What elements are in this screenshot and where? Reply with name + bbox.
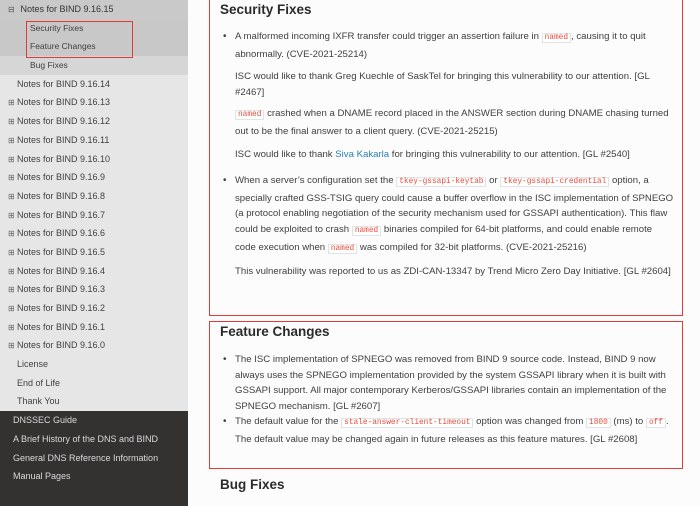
sidebar-item-dnssec-guide[interactable]: DNSSEC Guide [0, 411, 188, 430]
sidebar-item-label: Notes for BIND 9.16.0 [17, 340, 106, 351]
sidebar-item-label: Notes for BIND 9.16.15 [20, 4, 114, 14]
sidebar-item-label: Notes for BIND 9.16.12 [17, 116, 111, 127]
sidebar-item-version[interactable]: ⊞ Notes for BIND 9.16.9 [0, 168, 188, 187]
sidebar-item-version[interactable]: ⊞ Notes for BIND 9.16.8 [0, 187, 188, 206]
feature-changes-heading: Feature Changes [220, 324, 330, 339]
item-text: or [489, 175, 498, 187]
expand-icon[interactable]: ⊞ [8, 151, 17, 170]
feature-changes-section: Feature Changes The ISC implementation o… [209, 321, 683, 469]
sidebar-item-label: Notes for BIND 9.16.8 [17, 190, 106, 201]
code-named: named [541, 33, 572, 43]
expand-icon[interactable]: ⊞ [8, 337, 17, 356]
sidebar-item-version[interactable]: ⊞ Notes for BIND 9.16.13 [0, 93, 188, 112]
sidebar-item-version[interactable]: ⊞ Notes for BIND 9.16.3 [0, 280, 188, 299]
sidebar-item-version[interactable]: ⊞ Notes for BIND 9.16.4 [0, 262, 188, 281]
sidebar-item-label: Notes for BIND 9.16.4 [17, 265, 106, 276]
item-text: crashed when a DNAME record placed in th… [235, 108, 669, 137]
expand-icon[interactable]: ⊞ [8, 188, 17, 207]
sidebar-subitem-feature-changes[interactable]: Feature Changes [0, 37, 188, 57]
item-report: This vulnerability was reported to us as… [235, 266, 671, 278]
expand-icon[interactable]: ⊞ [8, 225, 17, 244]
bug-fixes-heading: Bug Fixes [220, 477, 285, 492]
expand-icon[interactable]: ⊞ [8, 169, 17, 188]
item-text: for bringing this vulnerability to our a… [391, 148, 630, 160]
sidebar-item-version[interactable]: ⊞ Notes for BIND 9.16.12 [0, 112, 188, 131]
sidebar-subitem-security-fixes[interactable]: Security Fixes [0, 18, 188, 38]
sidebar-item-label: Notes for BIND 9.16.9 [17, 172, 106, 183]
sidebar-item-label: Notes for BIND 9.16.2 [17, 303, 106, 313]
item-text: option was changed from [476, 416, 584, 428]
expand-icon[interactable]: ⊞ [8, 263, 17, 282]
expand-icon[interactable]: ⊞ [8, 207, 17, 226]
expand-icon[interactable]: ⊞ [8, 281, 17, 300]
credit-link[interactable]: Siva Kakarla [335, 149, 389, 160]
code-named: named [351, 225, 382, 236]
sidebar-item-label: Notes for BIND 9.16.1 [17, 321, 106, 332]
item-text: The default value for the [235, 416, 339, 428]
sidebar-item-version[interactable]: ⊞ Notes for BIND 9.16.10 [0, 150, 188, 169]
sidebar-item-thank-you[interactable]: Thank You [0, 392, 188, 411]
sidebar-item-current-release[interactable]: ⊟ Notes for BIND 9.16.15 [0, 0, 188, 19]
sidebar-subitem-bug-fixes[interactable]: Bug Fixes [0, 56, 188, 75]
code-stale-timeout: stale-answer-client-timeout [341, 418, 474, 429]
sidebar-item-label: Notes for BIND 9.16.13 [17, 97, 111, 108]
sidebar-item-version[interactable]: ⊞ Notes for BIND 9.16.5 [0, 243, 188, 262]
sidebar-release-notes: ⊟ Notes for BIND 9.16.15 Security Fixes … [0, 0, 188, 412]
expand-icon[interactable]: ⊞ [8, 132, 17, 151]
sidebar-item-label: Thank You [17, 396, 60, 407]
expand-icon[interactable]: ⊞ [8, 113, 17, 132]
list-item: The default value for the stale-answer-c… [220, 414, 674, 447]
item-thanks: ISC would like to thank Greg Kuechle of … [235, 71, 650, 98]
security-fixes-section: Security Fixes A malformed incoming IXFR… [209, 0, 683, 316]
sidebar-item-end-of-life[interactable]: End of Life [0, 374, 188, 393]
sidebar-item-label: Notes for BIND 9.16.5 [17, 246, 106, 257]
sidebar-item-dns-history[interactable]: A Brief History of the DNS and BIND [0, 429, 188, 449]
sidebar-item-version[interactable]: ⊞ Notes for BIND 9.16.7 [0, 206, 188, 225]
expand-icon[interactable]: ⊞ [8, 300, 17, 319]
main-content: Security Fixes A malformed incoming IXFR… [188, 0, 700, 506]
sidebar-item-version[interactable]: ⊞ Notes for BIND 9.16.6 [0, 224, 188, 243]
collapse-icon[interactable]: ⊟ [8, 1, 18, 20]
sidebar-item-label: License [17, 359, 49, 370]
item-text: A malformed incoming IXFR transfer could… [235, 31, 539, 42]
expand-icon[interactable]: ⊞ [8, 319, 17, 338]
code-1800: 1800 [586, 418, 611, 429]
sidebar-item-version[interactable]: ⊞ Notes for BIND 9.16.11 [0, 131, 188, 150]
list-item: named crashed when a DNAME record placed… [220, 106, 674, 162]
sidebar-item-label: Notes for BIND 9.16.11 [17, 134, 110, 145]
sidebar-item-label: Notes for BIND 9.16.10 [17, 153, 111, 164]
security-fixes-heading: Security Fixes [220, 2, 312, 17]
sidebar-item-label: Notes for BIND 9.16.14 [17, 78, 111, 89]
item-text: (ms) to [613, 416, 644, 428]
code-keytab: tkey-gssapi-keytab [396, 177, 487, 188]
sidebar-item-manual-pages[interactable]: Manual Pages [0, 467, 188, 486]
list-item: The ISC implementation of SPNEGO was rem… [220, 352, 674, 414]
security-fixes-list: A malformed incoming IXFR transfer could… [220, 29, 674, 280]
sidebar-item-version[interactable]: ⊞ Notes for BIND 9.16.1 [0, 318, 188, 337]
list-item: When a server’s configuration set the tk… [220, 173, 674, 280]
item-text: When a server’s configuration set the [235, 175, 394, 187]
list-item: A malformed incoming IXFR transfer could… [220, 29, 674, 100]
item-text: was compiled for 32-bit platforms. (CVE-… [359, 241, 587, 253]
item-text: ISC would like to thank [235, 148, 333, 160]
sidebar-item-dns-reference[interactable]: General DNS Reference Information [0, 448, 188, 468]
code-off: off [645, 418, 666, 429]
sidebar-item-label: Notes for BIND 9.16.6 [17, 228, 106, 239]
code-credential: tkey-gssapi-credential [500, 177, 610, 188]
sidebar-item-version[interactable]: Notes for BIND 9.16.14 [0, 75, 188, 94]
expand-icon[interactable]: ⊞ [8, 244, 17, 263]
sidebar-item-version[interactable]: ⊞ Notes for BIND 9.16.0 [0, 336, 188, 355]
item-text: The ISC implementation of SPNEGO was rem… [235, 354, 667, 412]
sidebar-item-version[interactable]: ⊞ Notes for BIND 9.16.2 [0, 299, 188, 318]
sidebar-item-license[interactable]: License [0, 355, 188, 374]
expand-icon[interactable]: ⊞ [8, 94, 17, 113]
sidebar-item-label: Notes for BIND 9.16.7 [17, 209, 106, 220]
sidebar-item-label: End of Life [17, 377, 61, 388]
sidebar-nav: ⊟ Notes for BIND 9.16.15 Security Fixes … [0, 0, 188, 506]
feature-changes-list: The ISC implementation of SPNEGO was rem… [220, 352, 674, 448]
sidebar-item-label: Notes for BIND 9.16.3 [17, 284, 106, 295]
code-named: named [235, 110, 265, 121]
code-named: named [327, 243, 358, 254]
